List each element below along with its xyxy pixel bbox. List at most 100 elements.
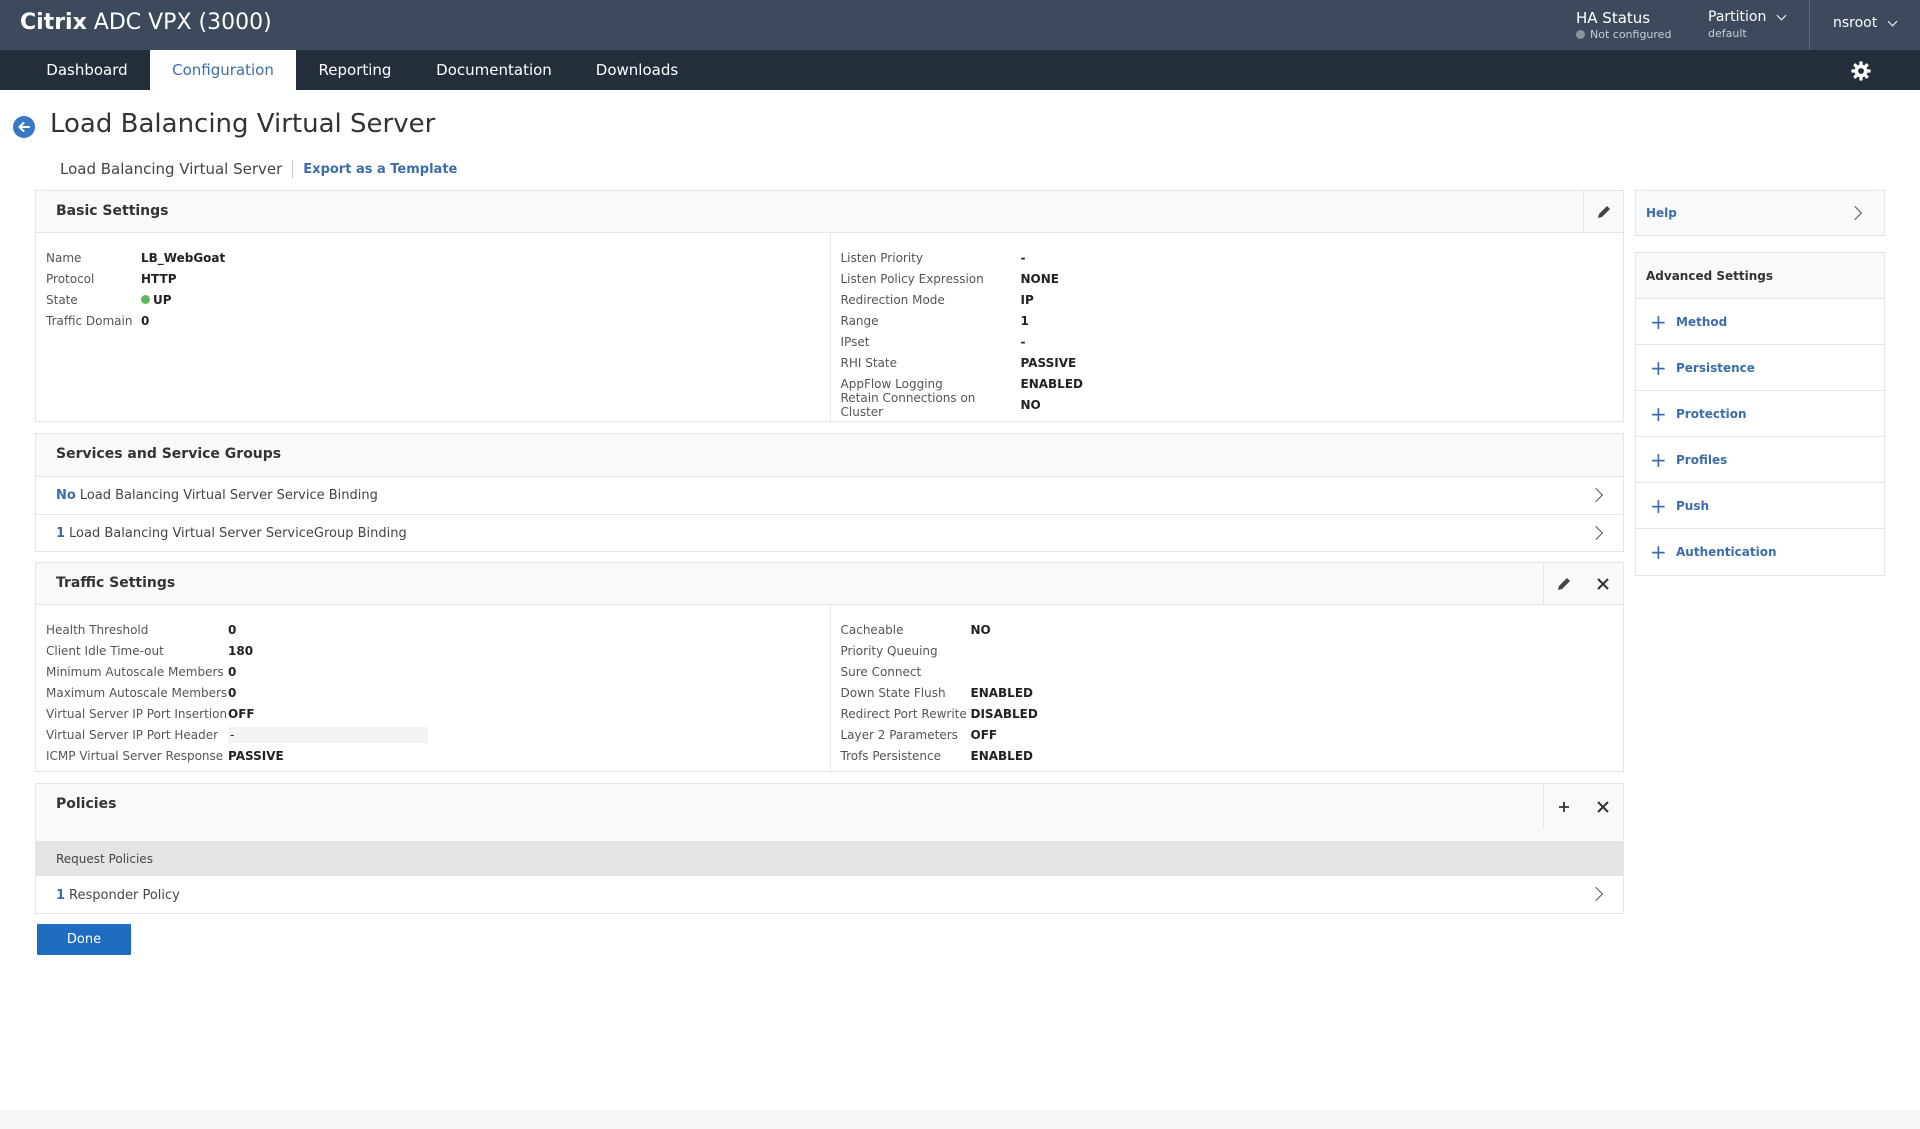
add-policy-button[interactable] bbox=[1543, 784, 1583, 829]
advanced-item-persistence[interactable]: + Persistence bbox=[1636, 345, 1884, 391]
tab-downloads[interactable]: Downloads bbox=[580, 50, 694, 90]
status-up-icon bbox=[141, 295, 150, 304]
plus-icon: + bbox=[1650, 540, 1667, 564]
traffic-settings-title: Traffic Settings bbox=[56, 575, 176, 591]
back-arrow-icon[interactable] bbox=[13, 116, 35, 138]
plus-icon: + bbox=[1650, 447, 1667, 472]
edit-traffic-settings-button[interactable] bbox=[1543, 563, 1583, 605]
kv-row: Trofs Persistence ENABLED bbox=[840, 748, 1033, 763]
kv-row: Client Idle Time-out 180 bbox=[46, 643, 254, 658]
policies-title: Policies bbox=[56, 796, 117, 812]
basic-settings-panel: Basic Settings Name LB_WebGoat Protocol HT… bbox=[35, 190, 1624, 423]
breadcrumb: Load Balancing Virtual Server Export as … bbox=[60, 160, 457, 178]
pencil-icon bbox=[1597, 206, 1610, 218]
binding-label: Load Balancing Virtual Server ServiceGro… bbox=[69, 526, 407, 541]
ha-status-value: Not configured bbox=[1590, 28, 1672, 41]
traffic-settings-panel: Traffic Settings Health Threshold 0 Clien… bbox=[35, 562, 1624, 774]
kv-row: Health Threshold 0 bbox=[46, 622, 237, 637]
chevron-right-icon bbox=[1588, 525, 1604, 541]
kv-row: ICMP Virtual Server Response PASSIVE bbox=[46, 748, 284, 763]
close-policies-button[interactable] bbox=[1583, 784, 1623, 829]
advanced-item-authentication[interactable]: + Authentication bbox=[1636, 529, 1884, 575]
plus-icon: + bbox=[1650, 493, 1667, 518]
gear-icon[interactable] bbox=[1850, 60, 1872, 82]
kv-row: IPset - bbox=[840, 334, 1026, 349]
advanced-item-profiles[interactable]: + Profiles bbox=[1636, 437, 1884, 483]
kv-row: Retain Connections on Cluster NO bbox=[840, 390, 1041, 419]
advanced-item-method[interactable]: + Method bbox=[1636, 299, 1884, 345]
kv-row: Listen Policy Expression NONE bbox=[840, 271, 1059, 286]
kv-row: Down State Flush ENABLED bbox=[840, 685, 1033, 700]
partition-selector[interactable]: Partition default bbox=[1708, 9, 1808, 40]
kv-row: Virtual Server IP Port Header - bbox=[46, 724, 820, 745]
header-divider bbox=[1809, 0, 1810, 50]
kv-row: Redirection Mode IP bbox=[840, 292, 1034, 307]
plus-icon: + bbox=[1650, 401, 1667, 426]
basic-settings-title: Basic Settings bbox=[56, 203, 169, 219]
plus-icon: + bbox=[1650, 355, 1667, 380]
top-header: Citrix ADC VPX (3000) HA Status Not conf… bbox=[0, 0, 1920, 50]
kv-row: Minimum Autoscale Members 0 bbox=[46, 664, 237, 679]
chevron-right-icon bbox=[1847, 205, 1863, 221]
binding-label: Load Balancing Virtual Server Service Bi… bbox=[79, 488, 378, 503]
basic-settings-right: Listen Priority - Listen Policy Expressio… bbox=[829, 233, 1624, 423]
page-title: Load Balancing Virtual Server bbox=[50, 109, 436, 139]
product-brand: Citrix ADC VPX (3000) bbox=[20, 10, 272, 35]
breadcrumb-current: Load Balancing Virtual Server bbox=[60, 160, 283, 178]
kv-row: Layer 2 Parameters OFF bbox=[840, 727, 998, 742]
services-title: Services and Service Groups bbox=[56, 446, 282, 462]
binding-count: 1 bbox=[56, 526, 66, 541]
services-panel: Services and Service Groups No Load Bala… bbox=[35, 433, 1624, 552]
ha-status-label: HA Status bbox=[1576, 9, 1651, 27]
chevron-right-icon bbox=[1588, 886, 1604, 902]
close-icon bbox=[1597, 578, 1609, 590]
servicegroup-binding-row[interactable]: 1 Load Balancing Virtual Server ServiceG… bbox=[36, 514, 1623, 552]
tab-documentation[interactable]: Documentation bbox=[420, 50, 568, 90]
kv-row: Range 1 bbox=[840, 313, 1029, 328]
plus-icon bbox=[1558, 801, 1569, 812]
user-menu[interactable]: nsroot bbox=[1833, 15, 1898, 31]
help-panel[interactable]: Help bbox=[1635, 190, 1885, 236]
traffic-settings-left: Health Threshold 0 Client Idle Time-out 18… bbox=[36, 605, 830, 774]
kv-row: Protocol HTTP bbox=[46, 271, 177, 286]
kv-row: Redirect Port Rewrite DISABLED bbox=[840, 706, 1038, 721]
request-policies-header: Request Policies bbox=[36, 841, 1623, 876]
kv-row: RHI State PASSIVE bbox=[840, 355, 1077, 370]
tab-dashboard[interactable]: Dashboard bbox=[28, 50, 146, 90]
status-dot-icon bbox=[1576, 30, 1585, 39]
service-binding-row[interactable]: No Load Balancing Virtual Server Service… bbox=[36, 476, 1623, 514]
close-icon bbox=[1597, 800, 1609, 813]
chevron-right-icon bbox=[1588, 487, 1604, 503]
tab-configuration[interactable]: Configuration bbox=[150, 50, 296, 90]
kv-row: State UP bbox=[46, 292, 172, 307]
pencil-icon bbox=[1557, 578, 1570, 590]
advanced-item-protection[interactable]: + Protection bbox=[1636, 391, 1884, 437]
partition-label: Partition bbox=[1708, 9, 1767, 25]
kv-row: Name LB_WebGoat bbox=[46, 250, 226, 265]
tab-reporting[interactable]: Reporting bbox=[300, 50, 410, 90]
policy-count: 1 bbox=[56, 887, 66, 903]
done-button[interactable]: Done bbox=[37, 924, 131, 955]
traffic-settings-right: Cacheable NO Priority Queuing Sure Connec… bbox=[829, 605, 1624, 774]
ha-status[interactable]: HA Status Not configured bbox=[1576, 9, 1706, 41]
close-traffic-settings-button[interactable] bbox=[1583, 563, 1623, 605]
responder-policy-row[interactable]: 1 Responder Policy bbox=[36, 876, 1623, 914]
page-footer bbox=[0, 1110, 1920, 1129]
breadcrumb-divider bbox=[292, 160, 294, 178]
edit-basic-settings-button[interactable] bbox=[1583, 191, 1623, 233]
advanced-settings-title: Advanced Settings bbox=[1636, 253, 1884, 299]
basic-settings-left: Name LB_WebGoat Protocol HTTP State UP Traf… bbox=[36, 233, 830, 423]
export-template-link[interactable]: Export as a Template bbox=[303, 162, 457, 177]
kv-row: Priority Queuing bbox=[840, 643, 938, 658]
advanced-settings-panel: Advanced Settings + Method + Persistence +… bbox=[1635, 252, 1885, 576]
kv-row: Listen Priority - bbox=[840, 250, 1026, 265]
policy-label: Responder Policy bbox=[69, 887, 180, 903]
kv-row: Maximum Autoscale Members 0 bbox=[46, 685, 237, 700]
policies-panel: Policies Request Policies 1 Responder Po… bbox=[35, 783, 1624, 914]
kv-row: Traffic Domain 0 bbox=[46, 313, 150, 328]
status-badge: UP bbox=[153, 292, 172, 307]
user-name: nsroot bbox=[1833, 15, 1878, 31]
kv-row: Virtual Server IP Port Insertion OFF bbox=[46, 706, 255, 721]
main-nav: Dashboard Configuration Reporting Docume… bbox=[0, 50, 1920, 90]
advanced-item-push[interactable]: + Push bbox=[1636, 483, 1884, 529]
